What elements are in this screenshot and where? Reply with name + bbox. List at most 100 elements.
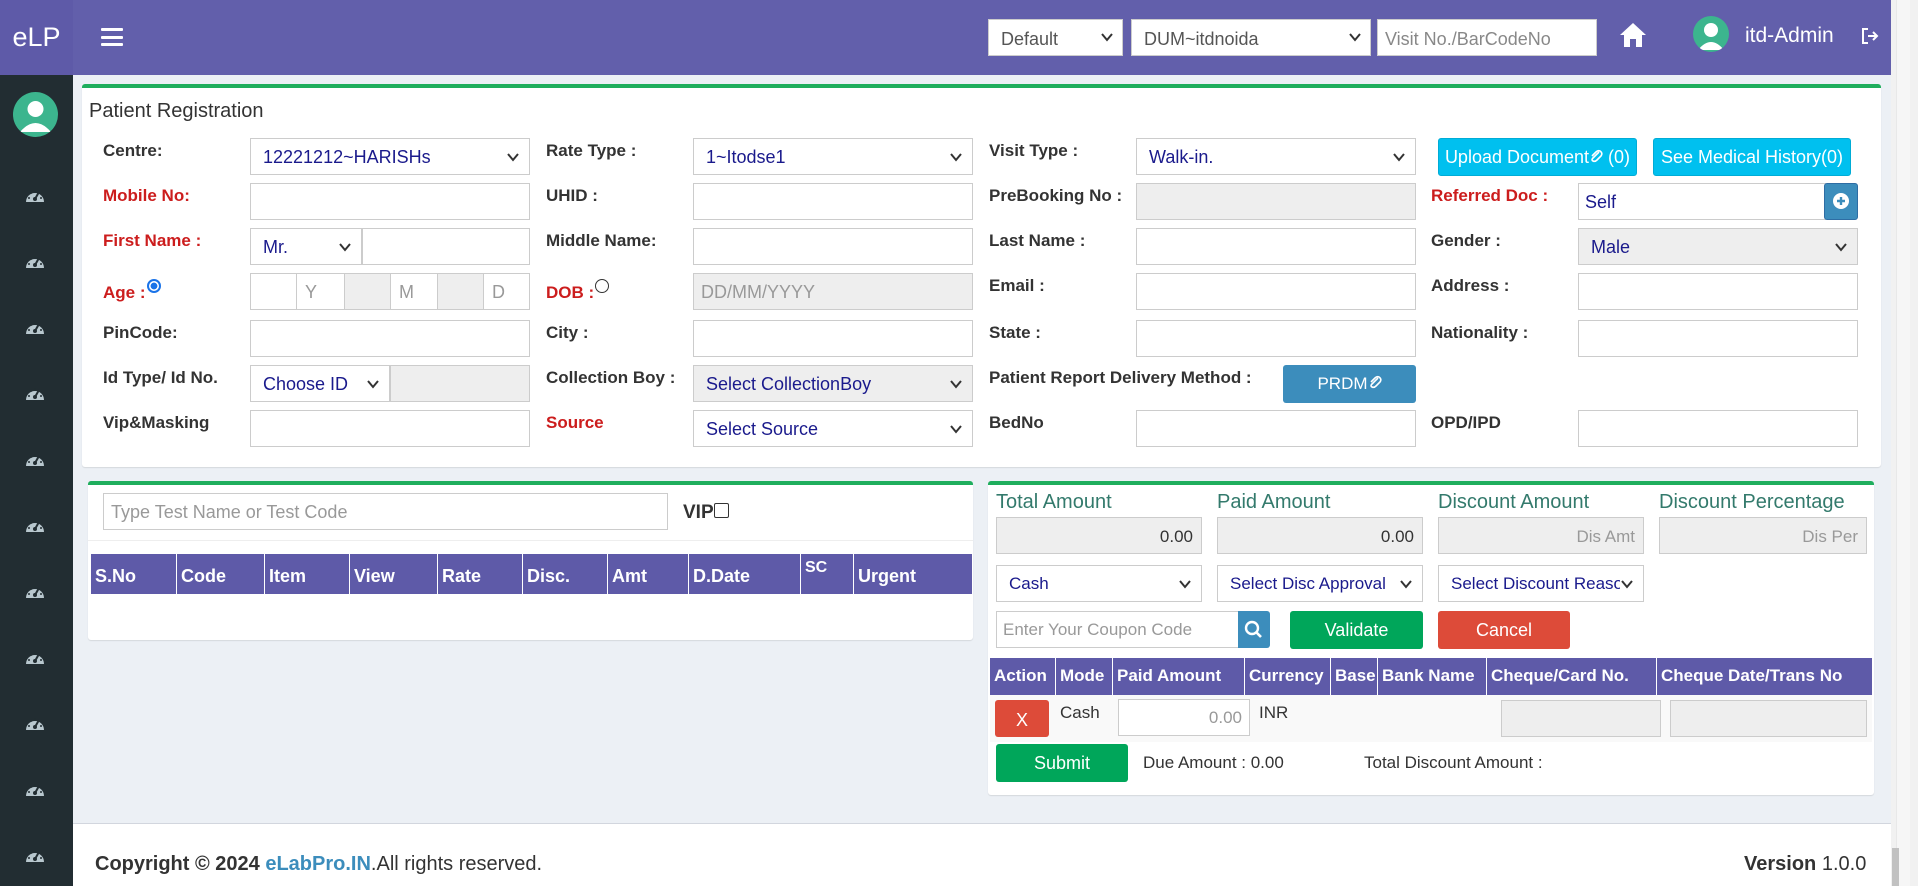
sidebar-item-dashboard-10[interactable] bbox=[24, 780, 46, 798]
last-name-input[interactable] bbox=[1136, 228, 1416, 265]
cancel-button[interactable]: Cancel bbox=[1438, 611, 1570, 649]
source-select[interactable]: Select Source bbox=[693, 410, 973, 447]
col-currency: Currency bbox=[1245, 658, 1331, 695]
tests-table-header: S.No Code Item View Rate Disc. Amt D.Dat… bbox=[91, 554, 972, 594]
app-logo[interactable]: eLP bbox=[0, 0, 73, 75]
profile-select[interactable]: Default bbox=[988, 19, 1123, 56]
visit-search-input[interactable]: Visit No./BarCodeNo bbox=[1377, 19, 1597, 56]
middle-name-input[interactable] bbox=[693, 228, 973, 265]
menu-toggle-icon[interactable] bbox=[101, 28, 123, 46]
age-radio[interactable] bbox=[146, 279, 161, 293]
vip-masking-label: Vip&Masking bbox=[103, 413, 210, 432]
validate-button[interactable]: Validate bbox=[1290, 611, 1423, 649]
age-years-input[interactable] bbox=[250, 273, 297, 310]
nationality-input[interactable] bbox=[1578, 320, 1858, 357]
coupon-search-button[interactable] bbox=[1238, 611, 1270, 648]
disc-reason-select[interactable]: Select Discount Reason bbox=[1438, 565, 1644, 602]
sidebar-item-dashboard-7[interactable] bbox=[24, 582, 46, 600]
email-input[interactable] bbox=[1136, 273, 1416, 310]
brand-link[interactable]: eLabPro.IN bbox=[265, 853, 371, 875]
home-icon[interactable] bbox=[1618, 20, 1648, 50]
id-type-select[interactable]: Choose ID bbox=[250, 365, 390, 402]
city-input[interactable] bbox=[693, 320, 973, 357]
prebooking-label: PreBooking No : bbox=[989, 186, 1123, 205]
address-label: Address : bbox=[1431, 276, 1510, 295]
sidebar-item-dashboard-2[interactable] bbox=[24, 252, 46, 270]
dashboard-icon bbox=[26, 190, 44, 202]
logout-icon[interactable] bbox=[1860, 26, 1880, 46]
sidebar-item-dashboard-8[interactable] bbox=[24, 648, 46, 666]
age-days-input[interactable] bbox=[437, 273, 484, 310]
sidebar-item-dashboard-9[interactable] bbox=[24, 714, 46, 732]
discount-percentage-input[interactable]: Dis Per bbox=[1659, 517, 1867, 554]
age-months-input[interactable] bbox=[344, 273, 391, 310]
gender-label: Gender : bbox=[1431, 231, 1501, 250]
prdm-button[interactable]: PRDM bbox=[1283, 365, 1416, 403]
bed-no-input[interactable] bbox=[1136, 410, 1416, 447]
mobile-input[interactable] bbox=[250, 183, 530, 220]
referred-doc-input[interactable]: Self bbox=[1578, 183, 1826, 220]
opd-ipd-input[interactable] bbox=[1578, 410, 1858, 447]
age-months-unit: M bbox=[390, 273, 438, 310]
age-days-unit: D bbox=[483, 273, 530, 310]
state-input[interactable] bbox=[1136, 320, 1416, 357]
col-action: Action bbox=[990, 658, 1056, 695]
sidebar-item-dashboard-5[interactable] bbox=[24, 450, 46, 468]
sidebar-item-dashboard-11[interactable] bbox=[24, 846, 46, 864]
pincode-label: PinCode: bbox=[103, 323, 178, 342]
first-name-label: First Name : bbox=[103, 231, 202, 250]
discount-amount-input[interactable]: Dis Amt bbox=[1438, 517, 1644, 554]
centre-select[interactable]: 12221212~HARISHs bbox=[250, 138, 530, 175]
payment-mode-select[interactable]: Cash bbox=[996, 565, 1202, 602]
total-amount-field: 0.00 bbox=[996, 517, 1202, 554]
user-icon bbox=[20, 101, 51, 132]
age-label: Age : bbox=[103, 279, 161, 303]
scrollbar-gutter bbox=[1896, 0, 1910, 886]
sidebar-item-dashboard-6[interactable] bbox=[24, 516, 46, 534]
dob-input[interactable]: DD/MM/YYYY bbox=[693, 273, 973, 310]
delivery-method-label: Patient Report Delivery Method : bbox=[989, 368, 1252, 387]
age-years-unit: Y bbox=[296, 273, 345, 310]
sidebar-item-dashboard-4[interactable] bbox=[24, 384, 46, 402]
rate-type-select[interactable]: 1~Itodse1 bbox=[693, 138, 973, 175]
visit-type-select[interactable]: Walk-in. bbox=[1136, 138, 1416, 175]
submit-button[interactable]: Submit bbox=[996, 744, 1128, 782]
address-input[interactable] bbox=[1578, 273, 1858, 310]
medical-history-button[interactable]: See Medical History(0) bbox=[1653, 138, 1851, 176]
paperclip-icon bbox=[1591, 149, 1603, 163]
test-search-input[interactable]: Type Test Name or Test Code bbox=[103, 493, 668, 530]
gender-select[interactable]: Male bbox=[1578, 228, 1858, 265]
dashboard-icon bbox=[26, 652, 44, 664]
first-name-input[interactable] bbox=[362, 228, 530, 265]
cheque-card-input[interactable] bbox=[1501, 700, 1661, 737]
payment-amount-input[interactable]: 0.00 bbox=[1118, 699, 1250, 736]
dob-radio[interactable] bbox=[595, 279, 610, 293]
uhid-input[interactable] bbox=[693, 183, 973, 220]
sidebar-avatar[interactable] bbox=[13, 92, 58, 137]
col-paid-amount: Paid Amount bbox=[1113, 658, 1245, 695]
remove-payment-button[interactable]: X bbox=[995, 700, 1049, 737]
disc-approval-select[interactable]: Select Disc Approval bbox=[1217, 565, 1423, 602]
vip-masking-input[interactable] bbox=[250, 410, 530, 447]
centre-select[interactable]: DUM~itdnoida bbox=[1131, 19, 1371, 56]
vip-checkbox[interactable] bbox=[713, 503, 729, 518]
user-name[interactable]: itd-Admin bbox=[1745, 24, 1834, 48]
opd-ipd-label: OPD/IPD bbox=[1431, 413, 1501, 432]
upload-document-button[interactable]: Upload Document (0) bbox=[1438, 138, 1637, 176]
title-select[interactable]: Mr. bbox=[250, 228, 362, 265]
scrollbar-thumb[interactable] bbox=[1892, 848, 1899, 886]
coupon-input[interactable]: Enter Your Coupon Code bbox=[996, 611, 1239, 648]
pincode-input[interactable] bbox=[250, 320, 530, 357]
user-avatar[interactable] bbox=[1693, 16, 1729, 52]
source-label: Source bbox=[546, 413, 604, 432]
sidebar-item-dashboard-3[interactable] bbox=[24, 318, 46, 336]
cheque-date-input[interactable] bbox=[1670, 700, 1867, 737]
chevron-down-icon bbox=[1393, 153, 1405, 162]
uhid-label: UHID : bbox=[546, 186, 598, 205]
add-doctor-button[interactable] bbox=[1824, 183, 1858, 220]
sidebar-item-dashboard-1[interactable] bbox=[24, 186, 46, 204]
id-number-input[interactable] bbox=[390, 365, 530, 402]
collection-boy-select[interactable]: Select CollectionBoy bbox=[693, 365, 973, 402]
col-amt: Amt bbox=[608, 554, 689, 594]
chevron-down-icon bbox=[1179, 580, 1191, 589]
